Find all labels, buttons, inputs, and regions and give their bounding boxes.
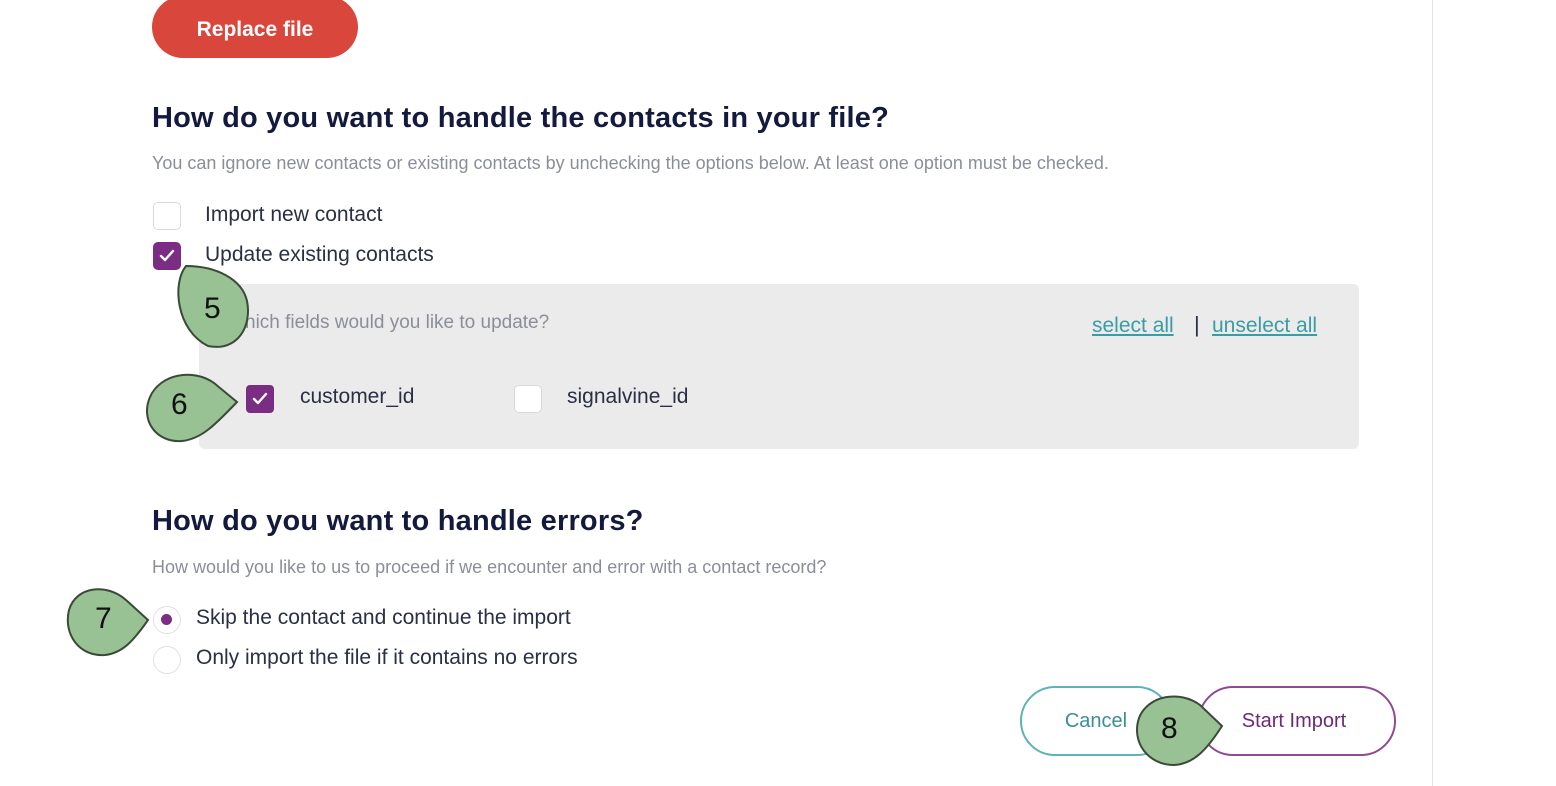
link-separator: | [1194, 312, 1200, 337]
only-import-no-errors-radio[interactable] [153, 646, 181, 674]
right-panel-divider [1432, 0, 1433, 786]
replace-file-button[interactable]: Replace file [152, 0, 358, 58]
checkmark-icon [252, 392, 268, 405]
update-fields-question: hich fields would you like to update? [245, 312, 550, 333]
start-import-button[interactable]: Start Import [1198, 686, 1396, 756]
callout-5-number: 5 [204, 292, 221, 325]
customer-id-label: customer_id [300, 385, 415, 408]
skip-contact-radio[interactable] [153, 606, 181, 634]
errors-section-title: How do you want to handle errors? [152, 505, 644, 537]
update-existing-contacts-checkbox[interactable] [153, 242, 181, 270]
signalvine-id-label: signalvine_id [567, 385, 689, 408]
select-all-link[interactable]: select all [1092, 314, 1174, 338]
customer-id-checkbox[interactable] [246, 385, 274, 413]
radio-selected-dot [161, 614, 172, 625]
update-existing-contacts-label: Update existing contacts [205, 243, 434, 266]
errors-section-description: How would you like to us to proceed if w… [152, 557, 827, 577]
skip-contact-label: Skip the contact and continue the import [196, 606, 571, 629]
callout-8-number: 8 [1161, 712, 1178, 745]
signalvine-id-checkbox[interactable] [514, 385, 542, 413]
update-fields-panel: hich fields would you like to update? se… [199, 284, 1359, 449]
import-new-contact-label: Import new contact [205, 203, 383, 226]
unselect-all-link[interactable]: unselect all [1212, 314, 1317, 338]
contacts-section-description: You can ignore new contacts or existing … [152, 153, 1109, 173]
only-import-no-errors-label: Only import the file if it contains no e… [196, 646, 578, 669]
contacts-section-title: How do you want to handle the contacts i… [152, 102, 890, 134]
checkmark-icon [159, 249, 175, 262]
callout-7-number: 7 [95, 602, 112, 635]
cancel-button[interactable]: Cancel [1020, 686, 1172, 756]
import-new-contact-checkbox[interactable] [153, 202, 181, 230]
callout-6-number: 6 [171, 388, 188, 421]
